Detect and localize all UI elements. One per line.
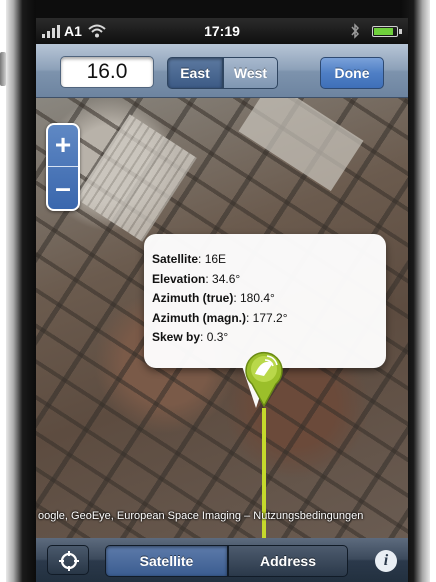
- azimuth-true-label: Azimuth (true): [152, 291, 234, 305]
- azimuth-magn-value: : 177.2°: [246, 310, 288, 325]
- battery-fill: [374, 28, 393, 35]
- satellite-position-field[interactable]: 16.0: [60, 56, 154, 88]
- map-plaza: [75, 114, 197, 242]
- skew-label: Skew by: [152, 330, 201, 344]
- top-toolbar: 16.0 East West Done: [36, 44, 408, 98]
- phone-screen: A1 17:19 16.0 East West Done + – Satelli…: [36, 18, 408, 582]
- locate-button[interactable]: [47, 545, 89, 575]
- satellite-value: : 16E: [198, 252, 227, 266]
- satellite-row: Satellite: 16E: [152, 250, 386, 270]
- skew-row: Skew by: 0.3°: [152, 328, 386, 348]
- zoom-control: + –: [46, 123, 80, 211]
- map-attribution: oogle, GeoEye, European Space Imaging – …: [38, 510, 364, 522]
- elevation-value: : 34.6°: [205, 271, 241, 286]
- elevation-label: Elevation: [152, 271, 206, 286]
- zoom-in-button[interactable]: +: [48, 125, 78, 167]
- satellite-map[interactable]: + – Satellite: 16E Elevation: 34.6° Azim…: [36, 98, 408, 538]
- bluetooth-icon: [351, 23, 360, 39]
- battery-icon: [372, 26, 402, 37]
- skew-value: : 0.3°: [200, 330, 229, 344]
- map-building: [238, 98, 364, 192]
- satellite-dish-pin-icon[interactable]: [242, 348, 286, 408]
- elevation-row: Elevation: 34.6°: [152, 270, 386, 290]
- crosshair-icon: [59, 551, 79, 571]
- zoom-out-button[interactable]: –: [48, 168, 78, 210]
- status-bar: A1 17:19: [36, 18, 408, 44]
- west-segment[interactable]: West: [223, 57, 278, 89]
- bezel-left: [6, 0, 36, 582]
- info-icon[interactable]: i: [375, 550, 397, 572]
- azimuth-magn-label: Azimuth (magn.): [152, 310, 246, 325]
- satellite-label: Satellite: [152, 252, 199, 266]
- east-segment[interactable]: East: [167, 57, 223, 89]
- tab-address[interactable]: Address: [228, 545, 348, 577]
- done-button[interactable]: Done: [320, 57, 384, 89]
- tab-satellite[interactable]: Satellite: [105, 545, 228, 577]
- azimuth-true-value: : 180.4°: [233, 291, 275, 305]
- bottom-toolbar: Satellite Address i: [36, 538, 408, 582]
- volume-button: [0, 52, 6, 86]
- azimuth-true-row: Azimuth (true): 180.4°: [152, 289, 386, 309]
- azimuth-magn-row: Azimuth (magn.): 177.2°: [152, 309, 386, 329]
